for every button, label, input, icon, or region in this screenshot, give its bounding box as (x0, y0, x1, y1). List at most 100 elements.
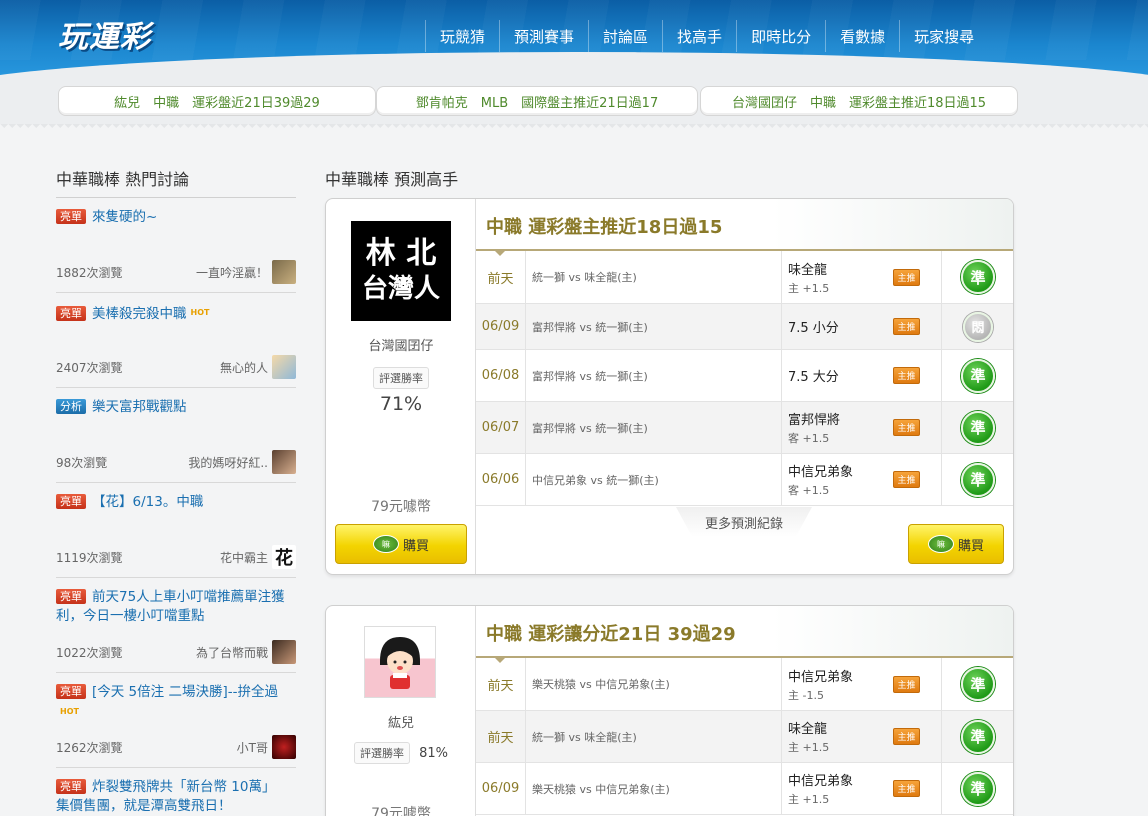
more-records-button[interactable]: 更多預測紀錄 (676, 507, 812, 537)
post-badge: 亮單 (56, 589, 86, 604)
ticker-item[interactable]: 紘兒 中職 運彩盤近21日39過29 (58, 86, 376, 116)
post-title[interactable]: 美棒殺完殺中職 (92, 306, 187, 322)
result-badge: 準 (961, 410, 995, 445)
nav-item-experts[interactable]: 找高手 (662, 20, 736, 52)
post-views: 2407次瀏覽 (56, 360, 123, 375)
table-row: 06/09 富邦悍將 vs 統一獅(主) 7.5 小分 主推 悶 (476, 304, 1013, 350)
main-pick-badge: 主推 (893, 780, 920, 797)
nav-item-forum[interactable]: 討論區 (588, 20, 662, 52)
expert-name[interactable]: 台灣國囝仔 (326, 335, 476, 354)
nav-item-live-score[interactable]: 即時比分 (736, 20, 825, 52)
avatar[interactable] (272, 640, 296, 664)
buy-button[interactable]: 嘛 購買 (908, 524, 1004, 564)
table-row: 06/07 富邦悍將 vs 統一獅(主) 富邦悍將客 +1.5 主推 準 (476, 402, 1013, 454)
list-item[interactable]: 亮單 美棒殺完殺中職 HOT 2407次瀏覽 無心的人 (56, 293, 296, 388)
list-item[interactable]: 亮單 前天75人上車小叮噹推薦單注獲利，今日一樓小叮噹重點 1022次瀏覽 為了台… (56, 578, 296, 673)
post-views: 1882次瀏覽 (56, 265, 123, 280)
post-title[interactable]: 炸裂雙飛牌共「新台幣 10萬」集價售團，就是潭高雙飛日！ (56, 779, 275, 814)
post-badge: 亮單 (56, 494, 86, 509)
expert-card: 林 北 台灣人 台灣國囝仔 評選勝率 71% 79元噱幣 嘛 購買 中職 運彩盤… (325, 198, 1014, 575)
hot-discussion-sidebar: 中華職棒 熱門討論 亮單 來隻硬的~ 1882次瀏覽 一直吟淫贏！ 亮單 美棒殺完殺… (56, 162, 296, 816)
nav-item-predict[interactable]: 預測賽事 (499, 20, 588, 52)
table-row: 06/09 樂天桃猿 vs 中信兄弟象(主) 中信兄弟象主 +1.5 主推 準 (476, 763, 1013, 815)
calligraphy-avatar[interactable]: 花 (272, 545, 296, 569)
post-badge: 亮單 (56, 684, 86, 699)
hot-icon: HOT (60, 707, 79, 716)
coin-icon: 嘛 (372, 535, 399, 553)
list-item[interactable]: 亮單 來隻硬的~ 1882次瀏覽 一直吟淫贏！ (56, 198, 296, 293)
post-title[interactable]: [今天 5倍注 二場決勝]--拚全過 (92, 684, 278, 700)
post-user[interactable]: 為了台幣而戰 (196, 644, 268, 661)
main-pick-badge: 主推 (893, 268, 920, 286)
expert-name[interactable]: 紘兒 (326, 712, 476, 731)
table-row: 06/08 富邦悍將 vs 統一獅(主) 7.5 大分 主推 準 (476, 350, 1013, 402)
result-badge: 準 (961, 667, 995, 701)
buy-button[interactable]: 嘛 購買 (335, 524, 467, 564)
post-badge: 分析 (56, 399, 86, 414)
nav-item-guess[interactable]: 玩競猜 (425, 20, 499, 52)
post-title[interactable]: 【花】6/13。中職 (92, 494, 203, 510)
avatar[interactable] (272, 735, 296, 759)
hot-icon: HOT (190, 308, 210, 317)
price: 79元噱幣 (371, 499, 431, 515)
post-badge: 亮單 (56, 779, 86, 794)
main-pick-badge: 主推 (893, 419, 920, 436)
page-title: 中華職棒 預測高手 (325, 170, 459, 189)
post-title[interactable]: 前天75人上車小叮噹推薦單注獲利，今日一樓小叮噹重點 (56, 589, 285, 624)
site-logo[interactable]: 玩運彩 (58, 12, 151, 56)
post-views: 98次瀏覽 (56, 455, 108, 470)
prediction-table: 前天 統一獅 vs 味全龍(主) 味全龍主 +1.5 主推 準 06/09 富邦… (476, 251, 1013, 506)
result-badge: 準 (961, 358, 995, 393)
post-user[interactable]: 無心的人 (220, 359, 268, 376)
expert-card: 紘兒 評選勝率 81% 79元噱幣 中職 運彩讓分近21日 39過29 前天 樂… (325, 605, 1014, 816)
main-pick-badge: 主推 (893, 367, 920, 384)
nav-item-player-search[interactable]: 玩家搜尋 (899, 20, 988, 52)
post-views: 1119次瀏覽 (56, 550, 123, 565)
avatar[interactable] (364, 626, 436, 698)
table-row: 前天 統一獅 vs 味全龍(主) 味全龍主 +1.5 主推 準 (476, 711, 1013, 763)
post-badge: 亮單 (56, 209, 86, 224)
table-row: 前天 統一獅 vs 味全龍(主) 味全龍主 +1.5 主推 準 (476, 251, 1013, 304)
main-nav: 玩競猜 預測賽事 討論區 找高手 即時比分 看數據 玩家搜尋 (425, 20, 988, 52)
result-badge: 悶 (963, 311, 993, 342)
post-title[interactable]: 樂天富邦戰觀點 (92, 399, 187, 415)
avatar[interactable] (272, 450, 296, 474)
list-item[interactable]: 亮單 炸裂雙飛牌共「新台幣 10萬」集價售團，就是潭高雙飛日！ (56, 768, 296, 816)
result-badge: 準 (961, 260, 995, 294)
post-views: 1262次瀏覽 (56, 740, 123, 755)
rate-label: 評選勝率 (354, 742, 410, 764)
main-pick-badge: 主推 (893, 318, 920, 335)
post-title[interactable]: 來隻硬的~ (92, 209, 157, 225)
post-badge: 亮單 (56, 306, 86, 321)
rate-label: 評選勝率 (373, 367, 429, 389)
list-item[interactable]: 亮單 【花】6/13。中職 1119次瀏覽 花中霸主花 (56, 483, 296, 578)
post-user[interactable]: 花中霸主 (220, 549, 268, 566)
card-headline: 中職 運彩盤主推近18日過15 (476, 199, 1013, 256)
win-rate: 71% (379, 393, 423, 415)
sidebar-title: 中華職棒 熱門討論 (56, 162, 296, 198)
result-badge: 準 (961, 719, 995, 754)
table-row: 06/06 中信兄弟象 vs 統一獅(主) 中信兄弟象客 +1.5 主推 準 (476, 454, 1013, 506)
avatar[interactable] (272, 355, 296, 379)
list-item[interactable]: 亮單 [今天 5倍注 二場決勝]--拚全過 HOT 1262次瀏覽 小T哥 (56, 673, 296, 768)
avatar[interactable] (272, 260, 296, 284)
post-user[interactable]: 我的媽呀好紅.. (188, 454, 268, 471)
table-row: 前天 樂天桃猿 vs 中信兄弟象(主) 中信兄弟象主 -1.5 主推 準 (476, 658, 1013, 711)
price: 79元噱幣 (371, 806, 431, 816)
avatar[interactable]: 林 北 台灣人 (351, 221, 451, 321)
list-item[interactable]: 分析 樂天富邦戰觀點 98次瀏覽 我的媽呀好紅.. (56, 388, 296, 483)
result-badge: 準 (961, 771, 995, 806)
win-rate: 81% (419, 746, 448, 761)
card-headline: 中職 運彩讓分近21日 39過29 (476, 606, 1013, 663)
ticker-item[interactable]: 鄧肯帕克 MLB 國際盤主推近21日過17 (376, 86, 698, 116)
nav-item-stats[interactable]: 看數據 (825, 20, 899, 52)
ticker-item[interactable]: 台灣國囝仔 中職 運彩盤主推近18日過15 (700, 86, 1018, 116)
coin-icon: 嘛 (927, 535, 954, 553)
post-user[interactable]: 一直吟淫贏！ (196, 264, 268, 281)
expert-ticker: 紘兒 中職 運彩盤近21日39過29 鄧肯帕克 MLB 國際盤主推近21日過17… (58, 86, 1018, 116)
site-header: 玩運彩 玩競猜 預測賽事 討論區 找高手 即時比分 看數據 玩家搜尋 (0, 0, 1148, 82)
main-pick-badge: 主推 (893, 471, 920, 488)
cartoon-girl-icon (380, 637, 420, 689)
post-user[interactable]: 小T哥 (237, 739, 268, 756)
main-pick-badge: 主推 (893, 728, 920, 745)
